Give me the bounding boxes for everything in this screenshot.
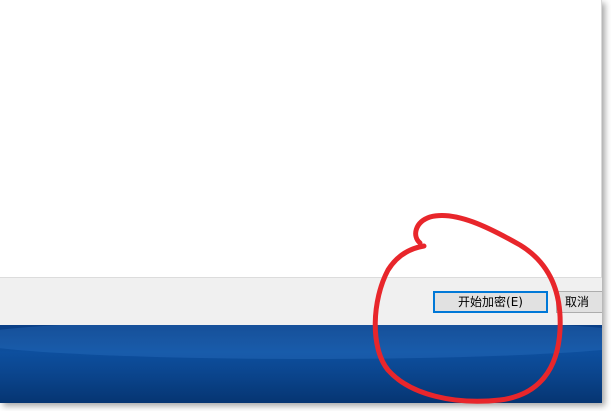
dialog-content-area bbox=[0, 0, 602, 277]
dialog-button-bar: 开始加密(E) 取消 bbox=[0, 277, 602, 325]
desktop-wave-decoration bbox=[0, 325, 602, 359]
screenshot: 开始加密(E) 取消 bbox=[0, 0, 611, 411]
dialog-window: 开始加密(E) 取消 bbox=[0, 0, 602, 403]
cancel-button[interactable]: 取消 bbox=[556, 291, 602, 313]
start-encrypt-button[interactable]: 开始加密(E) bbox=[433, 291, 548, 313]
desktop-background bbox=[0, 325, 602, 403]
